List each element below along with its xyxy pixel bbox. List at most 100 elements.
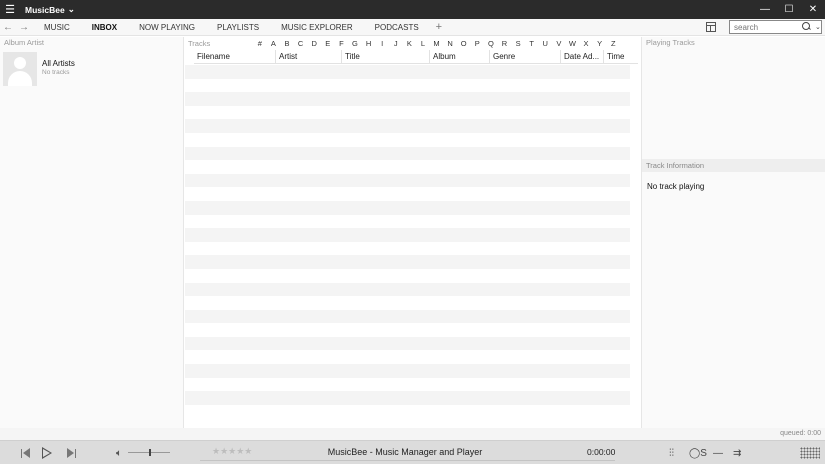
alphabet-letter[interactable]: L — [416, 39, 430, 48]
tab-podcasts[interactable]: PODCASTS — [364, 23, 430, 32]
alphabet-letter[interactable]: T — [525, 39, 539, 48]
table-row[interactable] — [185, 391, 630, 405]
tab-inbox[interactable]: INBOX — [81, 23, 128, 32]
tab-playlists[interactable]: PLAYLISTS — [206, 23, 270, 32]
alphabet-letter[interactable]: J — [389, 39, 403, 48]
column-date-added[interactable]: Date Ad... — [561, 50, 604, 64]
alphabet-letter[interactable]: S — [511, 39, 525, 48]
artist-name: All Artists — [42, 59, 75, 68]
alphabet-letter[interactable]: R — [498, 39, 512, 48]
table-row[interactable] — [185, 255, 630, 269]
table-row[interactable] — [185, 146, 630, 161]
close-icon[interactable]: ✕ — [801, 0, 825, 19]
alphabet-letter[interactable]: # — [253, 39, 267, 48]
layout-icon[interactable] — [706, 22, 716, 32]
column-artist[interactable]: Artist — [276, 50, 342, 64]
chevron-down-icon[interactable]: ⌄ — [815, 23, 821, 31]
table-row[interactable] — [185, 282, 630, 297]
alphabet-index: # A B C D E F G H I J K L M N O P Q R S T U V W X Y Z — [253, 39, 620, 48]
back-arrow-icon[interactable]: ← — [0, 22, 16, 33]
table-row[interactable] — [185, 378, 630, 392]
tab-now-playing[interactable]: NOW PLAYING — [128, 23, 206, 32]
table-row[interactable] — [185, 296, 630, 310]
table-row[interactable] — [185, 364, 630, 378]
alphabet-letter[interactable]: B — [280, 39, 294, 48]
table-row[interactable] — [185, 336, 630, 351]
table-row[interactable] — [185, 350, 630, 364]
forward-arrow-icon[interactable]: → — [16, 22, 32, 33]
right-panel: Playing Tracks Track Information No trac… — [641, 37, 825, 428]
column-genre[interactable]: Genre — [490, 50, 561, 64]
resize-grip-icon[interactable] — [800, 441, 820, 464]
table-row[interactable] — [185, 160, 630, 174]
alphabet-letter[interactable]: X — [579, 39, 593, 48]
artist-item-all[interactable]: All Artists No tracks — [3, 52, 181, 88]
title-bar: ☰ MusicBee ⌄ — ☐ ✕ — [0, 0, 825, 19]
alphabet-letter[interactable]: P — [471, 39, 485, 48]
table-row[interactable] — [185, 323, 630, 337]
table-row[interactable] — [185, 92, 630, 106]
play-icon[interactable] — [40, 441, 54, 464]
table-row[interactable] — [185, 228, 630, 242]
table-row[interactable] — [185, 200, 630, 215]
alphabet-letter[interactable]: N — [443, 39, 457, 48]
alphabet-letter[interactable]: Z — [606, 39, 620, 48]
table-row[interactable] — [185, 119, 630, 133]
table-row[interactable] — [185, 269, 630, 283]
alphabet-letter[interactable]: F — [335, 39, 349, 48]
alphabet-letter[interactable]: D — [307, 39, 321, 48]
column-time[interactable]: Time — [604, 50, 638, 64]
previous-icon[interactable] — [18, 441, 32, 464]
alphabet-letter[interactable]: A — [267, 39, 281, 48]
maximize-icon[interactable]: ☐ — [777, 0, 801, 19]
table-row[interactable] — [185, 187, 630, 201]
alphabet-letter[interactable]: U — [538, 39, 552, 48]
alphabet-letter[interactable]: Y — [593, 39, 607, 48]
repeat-icon[interactable]: — — [713, 441, 723, 464]
table-row[interactable] — [185, 309, 630, 324]
rating-stars[interactable]: ★★★★★ — [212, 446, 252, 457]
minimize-icon[interactable]: — — [753, 0, 777, 19]
alphabet-letter[interactable]: V — [552, 39, 566, 48]
table-row[interactable] — [185, 215, 630, 229]
progress-bar[interactable] — [200, 460, 615, 461]
table-row[interactable] — [185, 79, 630, 93]
table-row[interactable] — [185, 106, 630, 120]
column-title[interactable]: Title — [342, 50, 430, 64]
tab-music[interactable]: MUSIC — [32, 23, 81, 32]
alphabet-letter[interactable]: O — [457, 39, 471, 48]
player-bar: 🔈︎ ★★★★★ MusicBee - Music Manager and Pl… — [0, 440, 825, 464]
scrobble-icon[interactable]: ◯S — [689, 441, 707, 464]
volume-icon[interactable]: 🔈︎ — [113, 441, 125, 464]
alphabet-letter[interactable]: Q — [484, 39, 498, 48]
alphabet-letter[interactable]: W — [566, 39, 580, 48]
search-input[interactable] — [730, 22, 798, 32]
track-list[interactable] — [185, 65, 630, 418]
table-row[interactable] — [185, 242, 630, 256]
app-name: MusicBee — [25, 4, 65, 15]
alphabet-letter[interactable]: K — [403, 39, 417, 48]
hamburger-icon[interactable]: ☰ — [0, 0, 20, 19]
player-title: MusicBee - Music Manager and Player — [327, 447, 483, 457]
tab-music-explorer[interactable]: MUSIC EXPLORER — [270, 23, 364, 32]
next-icon[interactable] — [64, 441, 78, 464]
shuffle-icon[interactable]: ⇉ — [733, 441, 741, 464]
table-row[interactable] — [185, 133, 630, 147]
column-filename[interactable]: Filename — [194, 50, 276, 64]
table-row[interactable] — [185, 173, 630, 188]
alphabet-letter[interactable]: H — [362, 39, 376, 48]
alphabet-letter[interactable]: I — [375, 39, 389, 48]
table-row[interactable] — [185, 65, 630, 79]
alphabet-letter[interactable]: C — [294, 39, 308, 48]
alphabet-letter[interactable]: E — [321, 39, 335, 48]
alphabet-letter[interactable]: M — [430, 39, 444, 48]
search-icon[interactable] — [802, 22, 812, 32]
table-row[interactable] — [185, 405, 630, 419]
add-tab-icon[interactable]: + — [430, 21, 448, 33]
volume-knob[interactable] — [149, 449, 151, 456]
search-box[interactable]: ⌄ — [729, 20, 822, 34]
app-menu[interactable]: MusicBee ⌄ — [25, 4, 75, 15]
equalizer-icon[interactable]: ⫶⫶ — [669, 441, 674, 464]
alphabet-letter[interactable]: G — [348, 39, 362, 48]
column-album[interactable]: Album — [430, 50, 490, 64]
